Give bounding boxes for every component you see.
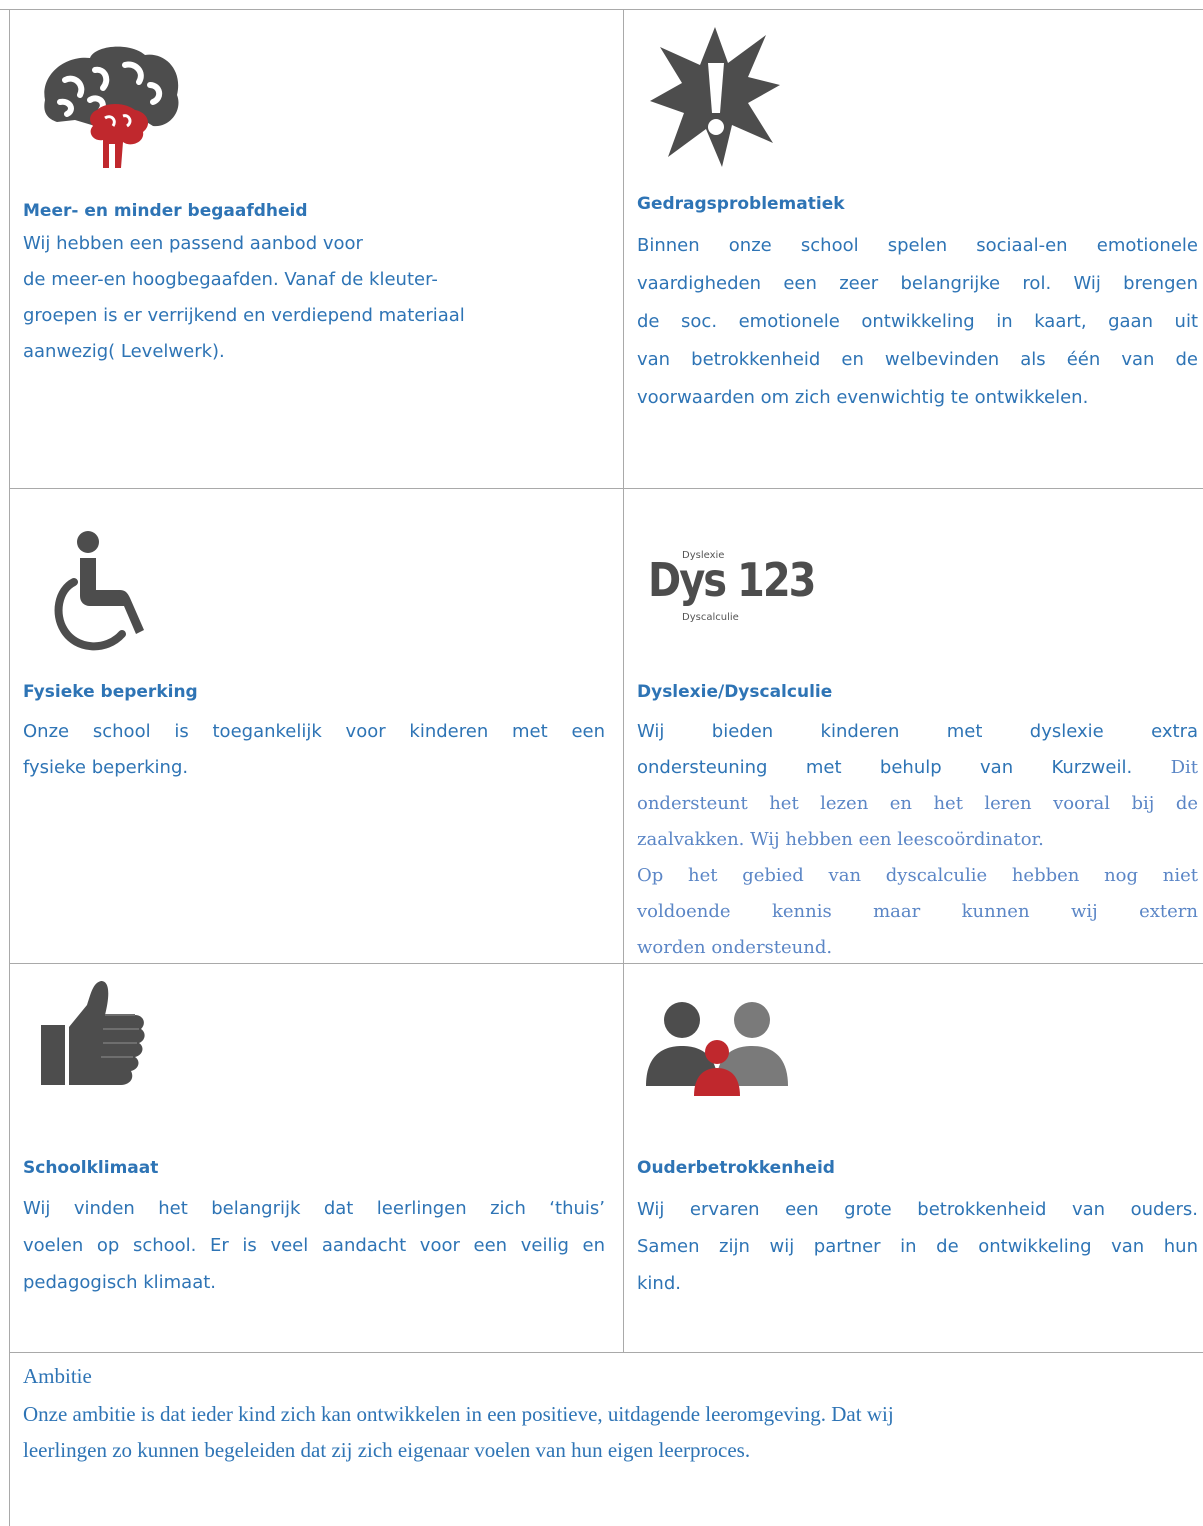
logo-text-main: Dys 123	[648, 554, 817, 608]
text-line: pedagogisch klimaat.	[23, 1272, 217, 1293]
text-line: ondersteuning met behulp van Kurzweil. D…	[637, 750, 1198, 786]
text-line: aanwezig( Levelwerk).	[23, 341, 225, 362]
heading-fysiek: Fysieke beperking	[23, 682, 198, 702]
text-line: voelen op school. Er is veel aandacht vo…	[23, 1235, 605, 1256]
text-line: Wij bieden kinderen met dyslexie extra	[637, 721, 1198, 742]
text-line: de soc. emotionele ontwikkeling in kaart…	[637, 311, 1198, 332]
text-ouders: Wij ervaren een grote betrokkenheid van …	[637, 1191, 1198, 1302]
text-line: Onze school is toegankelijk voor kindere…	[23, 721, 605, 742]
text-line: worden ondersteund.	[637, 937, 833, 958]
heading-klimaat: Schoolklimaat	[23, 1158, 159, 1178]
brain-icon	[35, 40, 185, 170]
table-border-top	[0, 9, 1203, 10]
text-fysiek: Onze school is toegankelijk voor kindere…	[23, 714, 605, 786]
table-border-left	[9, 9, 10, 1526]
text-line: ondersteunt het lezen en het leren voora…	[637, 793, 1198, 814]
heading-gedrag: Gedragsproblematiek	[637, 194, 845, 214]
text-line: kind.	[637, 1273, 681, 1294]
text-line: leerlingen zo kunnen begeleiden dat zij …	[23, 1438, 751, 1462]
text-dyslexie: Wij bieden kinderen met dyslexie extra o…	[637, 714, 1198, 966]
wheelchair-icon	[50, 530, 160, 660]
text-line: voorwaarden om zich evenwichtig te ontwi…	[637, 387, 1089, 408]
heading-begaafdheid: Meer- en minder begaafdheid	[23, 201, 308, 221]
text-line: Wij hebben een passend aanbod voor	[23, 233, 363, 254]
heading-ambitie: Ambitie	[23, 1364, 92, 1388]
logo-text-bottom: Dyscalculie	[682, 612, 739, 623]
dys123-logo-icon: Dyslexie Dys 123 Dyscalculie	[642, 550, 817, 640]
text-ambitie: Onze ambitie is dat ieder kind zich kan …	[23, 1396, 1183, 1468]
text-klimaat: Wij vinden het belangrijk dat leerlingen…	[23, 1190, 605, 1301]
page: Meer- en minder begaafdheid Wij hebben e…	[0, 0, 1203, 1526]
text-line: Samen zijn wij partner in de ontwikkelin…	[637, 1236, 1198, 1257]
text-line: Onze ambitie is dat ieder kind zich kan …	[23, 1402, 894, 1426]
exclamation-burst-icon	[648, 25, 783, 170]
table-divider-center	[623, 9, 624, 1352]
text-line: vaardigheden een zeer belangrijke rol. W…	[637, 273, 1198, 294]
row-divider-1	[9, 488, 1203, 489]
text-gedrag: Binnen onze school spelen sociaal-en emo…	[637, 227, 1198, 417]
thumbs-up-icon	[35, 975, 150, 1090]
text-line: voldoende kennis maar kunnen wij extern	[637, 901, 1198, 922]
text-line: Op het gebied van dyscalculie hebben nog…	[637, 865, 1198, 886]
heading-dyslexie: Dyslexie/Dyscalculie	[637, 682, 833, 702]
text-segment: Dit	[1170, 757, 1198, 778]
text-line: Wij ervaren een grote betrokkenheid van …	[637, 1199, 1198, 1220]
text-line: Binnen onze school spelen sociaal-en emo…	[637, 235, 1198, 256]
text-line: zaalvakken. Wij hebben een leescoördinat…	[637, 829, 1044, 850]
heading-ouders: Ouderbetrokkenheid	[637, 1158, 835, 1178]
text-line: Wij vinden het belangrijk dat leerlingen…	[23, 1198, 605, 1219]
text-segment: ondersteuning met behulp van Kurzweil.	[637, 757, 1133, 778]
text-line: fysieke beperking.	[23, 757, 189, 778]
people-icon	[640, 990, 790, 1100]
text-line: de meer-en hoogbegaafden. Vanaf de kleut…	[23, 269, 438, 290]
text-begaafdheid: Wij hebben een passend aanbod voor de me…	[23, 226, 603, 370]
text-line: van betrokkenheid en welbevinden als één…	[637, 349, 1198, 370]
text-line: groepen is er verrijkend en verdiepend m…	[23, 305, 465, 326]
row-divider-3	[9, 1352, 1203, 1353]
